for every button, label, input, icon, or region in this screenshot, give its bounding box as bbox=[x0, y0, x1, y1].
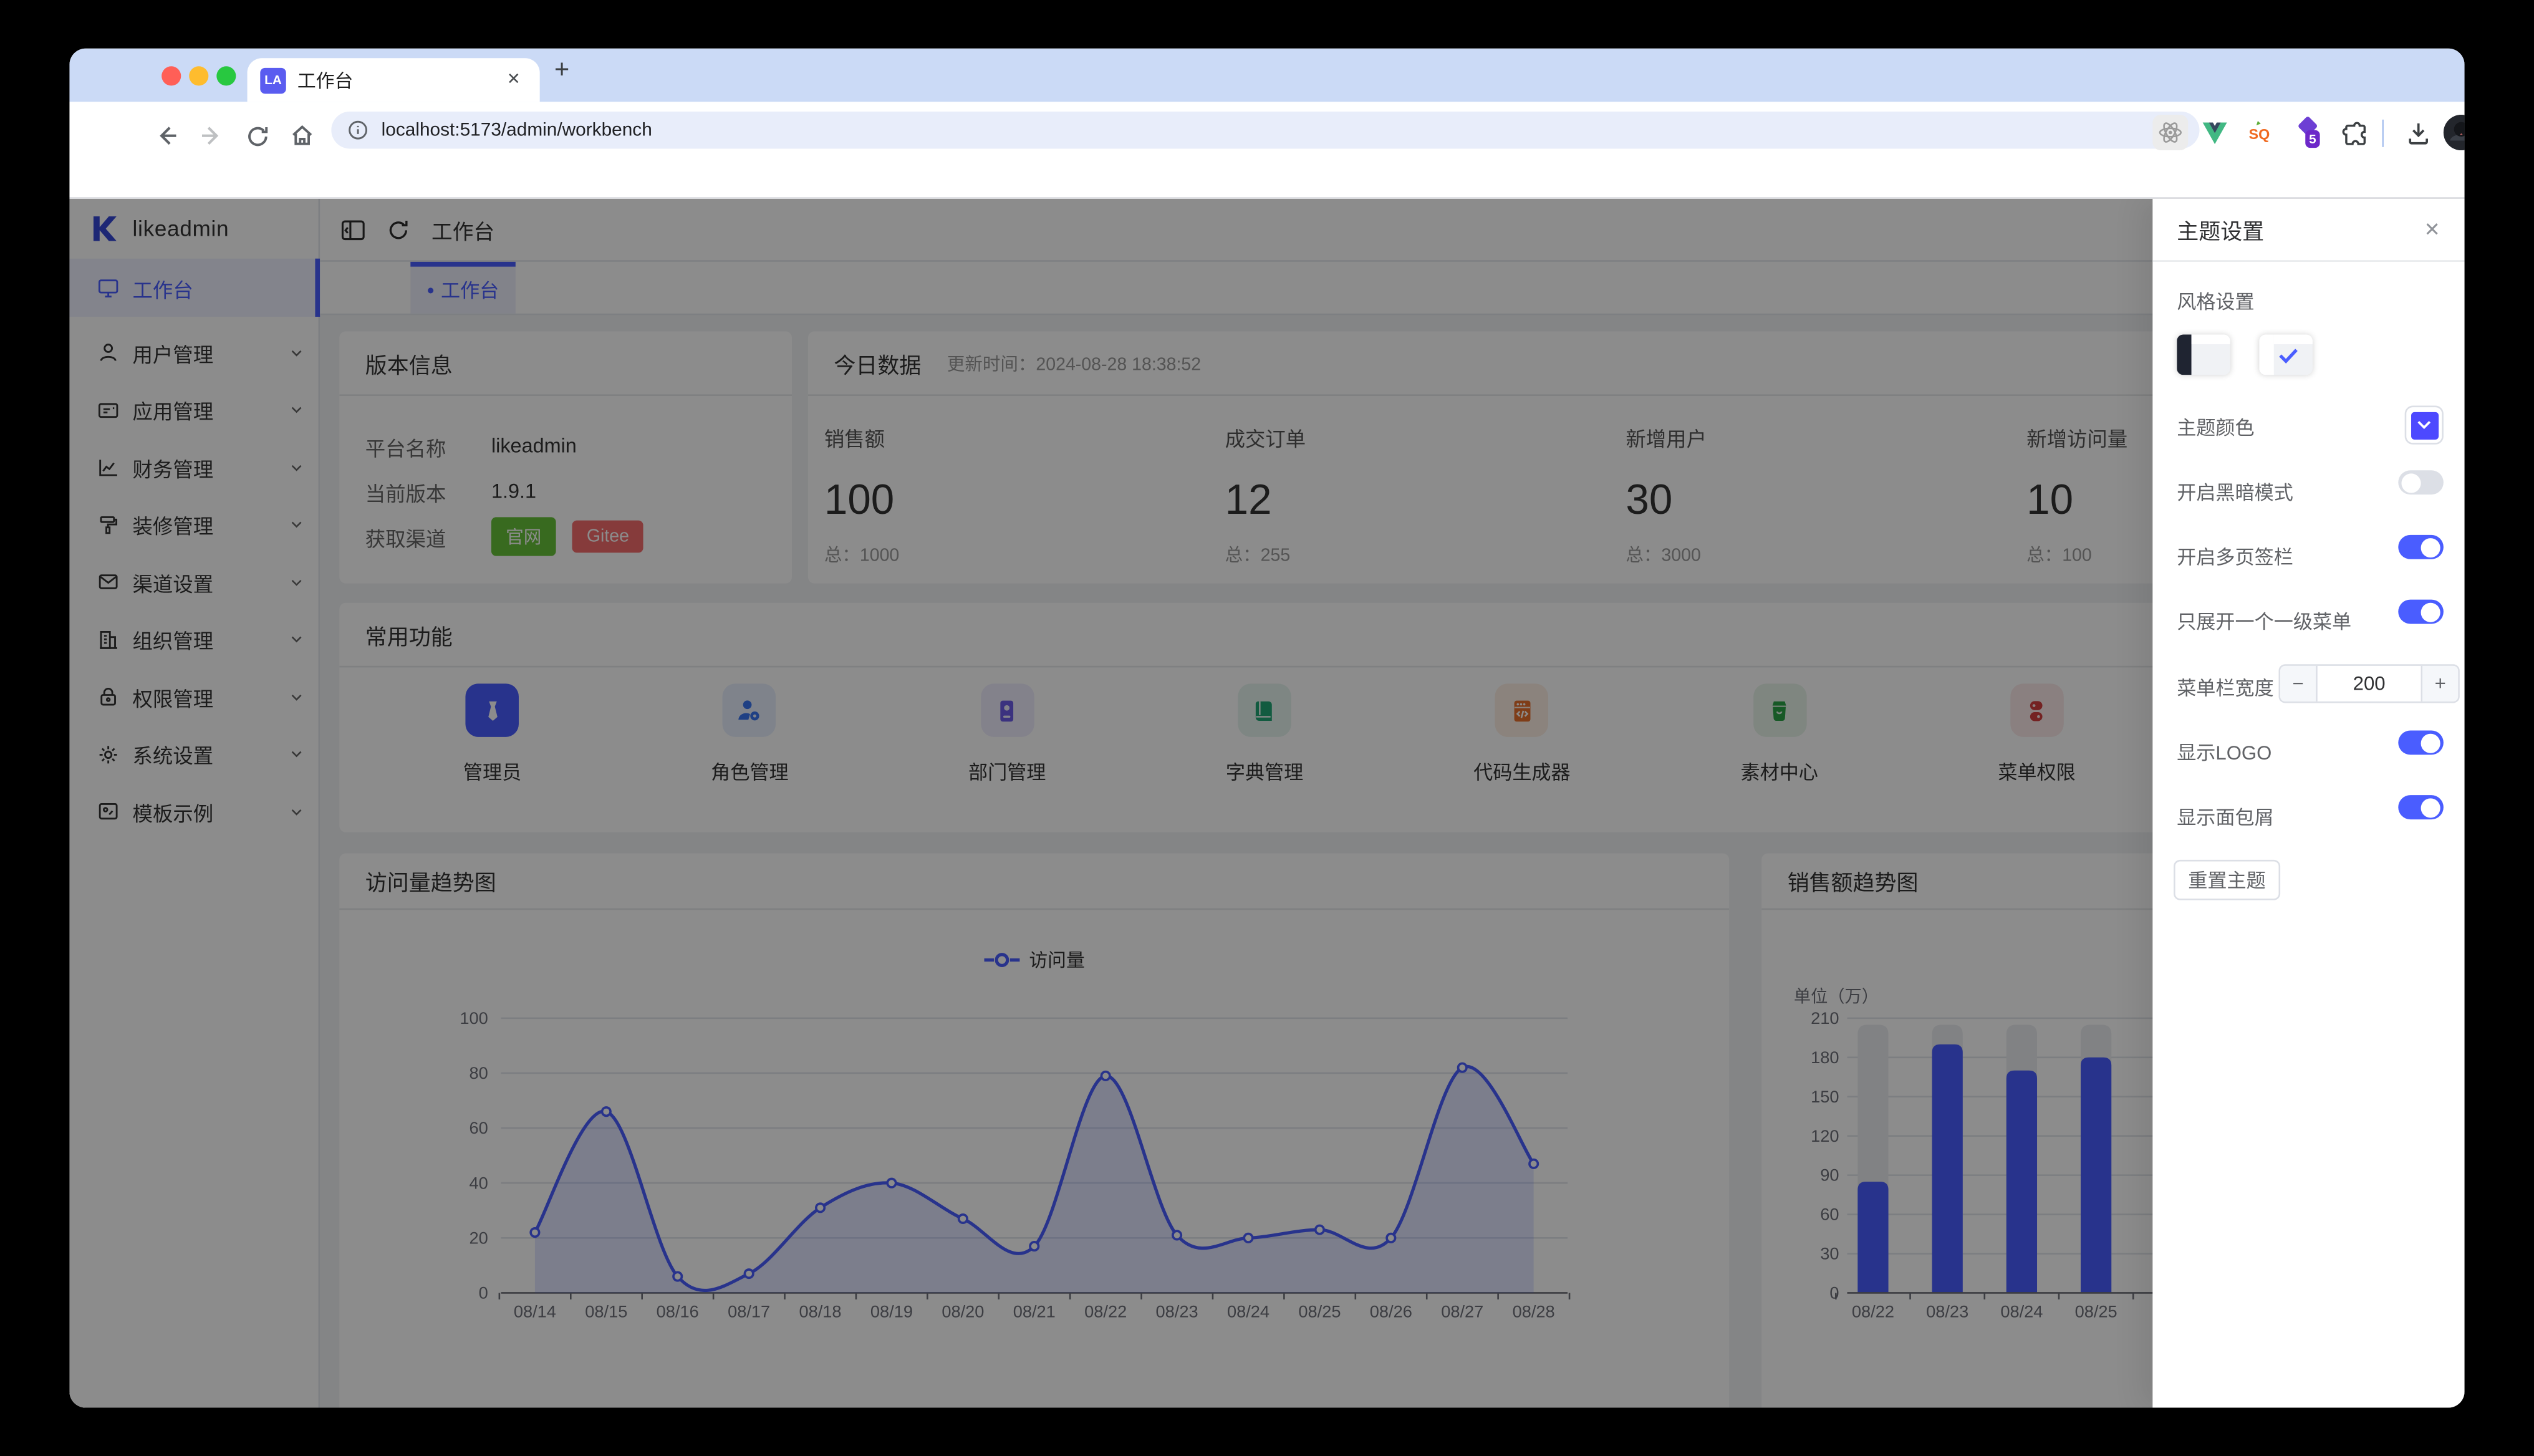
dark-sidebar-preview bbox=[2177, 334, 2192, 375]
extensions-puzzle-icon[interactable] bbox=[2337, 115, 2373, 150]
address-bar[interactable]: localhost:5173/admin/workbench bbox=[331, 111, 2200, 149]
svg-text:SQ: SQ bbox=[2249, 126, 2270, 142]
browser-tab[interactable]: LA 工作台 ✕ bbox=[247, 58, 540, 102]
multi-tabs-label: 开启多页签栏 bbox=[2177, 546, 2293, 569]
purple-badge-extension-icon[interactable]: 5 bbox=[2290, 115, 2326, 150]
check-icon bbox=[2279, 349, 2298, 364]
menu-width-label: 菜单栏宽度 bbox=[2177, 677, 2274, 700]
close-icon[interactable]: ✕ bbox=[2424, 218, 2440, 241]
browser-tab-bar: LA 工作台 ✕ + bbox=[69, 48, 2465, 102]
theme-color-label: 主题颜色 bbox=[2177, 417, 2255, 440]
page-viewport: likeadmin 工作台 用户管理 应用管理 财务管理 装修管理 渠道设置 组… bbox=[69, 198, 2465, 1408]
profile-avatar[interactable] bbox=[2443, 115, 2465, 151]
home-icon[interactable] bbox=[281, 115, 323, 157]
menu-width-stepper: − 200 + bbox=[2278, 664, 2460, 703]
url-text[interactable]: localhost:5173/admin/workbench bbox=[382, 120, 2159, 140]
layout-style-sidebar-light-option[interactable] bbox=[2259, 334, 2313, 375]
minimize-window-button[interactable] bbox=[189, 65, 209, 85]
close-window-button[interactable] bbox=[161, 65, 181, 85]
drawer-title: 主题设置 bbox=[2177, 219, 2265, 244]
show-logo-toggle[interactable] bbox=[2398, 730, 2444, 755]
theme-color-swatch bbox=[2410, 411, 2438, 439]
back-icon[interactable] bbox=[145, 115, 187, 157]
site-info-icon[interactable] bbox=[347, 120, 369, 141]
react-devtools-extension-icon[interactable] bbox=[2152, 115, 2189, 151]
reload-icon[interactable] bbox=[236, 115, 277, 157]
svg-text:5: 5 bbox=[2309, 132, 2316, 147]
drawer-header: 主题设置 ✕ bbox=[2152, 199, 2465, 262]
maximize-window-button[interactable] bbox=[216, 65, 236, 85]
accordion-menu-toggle[interactable] bbox=[2398, 599, 2444, 624]
layout-style-sidebar-dark-option[interactable] bbox=[2177, 334, 2230, 375]
forward-icon[interactable] bbox=[191, 115, 233, 157]
tab-favicon: LA bbox=[260, 67, 286, 94]
desktop: LA 工作台 ✕ + localhost:5173/admin/workbenc… bbox=[0, 0, 2534, 1456]
show-breadcrumb-label: 显示面包屑 bbox=[2177, 806, 2274, 829]
dark-mode-label: 开启黑暗模式 bbox=[2177, 481, 2293, 504]
new-tab-button[interactable]: + bbox=[554, 57, 569, 86]
menu-width-value[interactable]: 200 bbox=[2316, 665, 2423, 701]
squirrel-servers-extension-icon[interactable]: SQ bbox=[2242, 115, 2277, 150]
reset-theme-button[interactable]: 重置主题 bbox=[2174, 859, 2281, 900]
vue-devtools-extension-icon[interactable] bbox=[2196, 115, 2232, 150]
increase-button[interactable]: + bbox=[2422, 665, 2459, 701]
multi-tabs-toggle[interactable] bbox=[2398, 534, 2444, 559]
light-sidebar-preview bbox=[2259, 334, 2274, 375]
tab-title: 工作台 bbox=[297, 72, 354, 92]
show-logo-label: 显示LOGO bbox=[2177, 741, 2272, 764]
show-breadcrumb-toggle[interactable] bbox=[2398, 795, 2444, 820]
style-setting-label: 风格设置 bbox=[2177, 291, 2255, 314]
header-preview bbox=[2273, 334, 2313, 345]
toolbar-separator bbox=[2382, 119, 2384, 147]
accordion-menu-label: 只展开一个一级菜单 bbox=[2177, 610, 2352, 634]
chevron-down-icon bbox=[2417, 421, 2431, 430]
theme-settings-drawer: 主题设置 ✕ 风格设置 主题颜色 开启黑暗模式 开启多页签栏 只展开一个一级菜单… bbox=[2152, 198, 2465, 1408]
decrease-button[interactable]: − bbox=[2280, 665, 2316, 701]
drawer-overlay[interactable] bbox=[69, 198, 2465, 1408]
downloads-icon[interactable] bbox=[2400, 115, 2435, 150]
theme-color-picker[interactable] bbox=[2404, 405, 2444, 445]
header-preview bbox=[2191, 334, 2230, 345]
browser-window: LA 工作台 ✕ + localhost:5173/admin/workbenc… bbox=[69, 48, 2465, 1408]
browser-toolbar: localhost:5173/admin/workbench SQ 5 bbox=[69, 102, 2465, 199]
tab-close-icon[interactable]: ✕ bbox=[500, 68, 526, 92]
dark-mode-toggle[interactable] bbox=[2398, 470, 2444, 495]
